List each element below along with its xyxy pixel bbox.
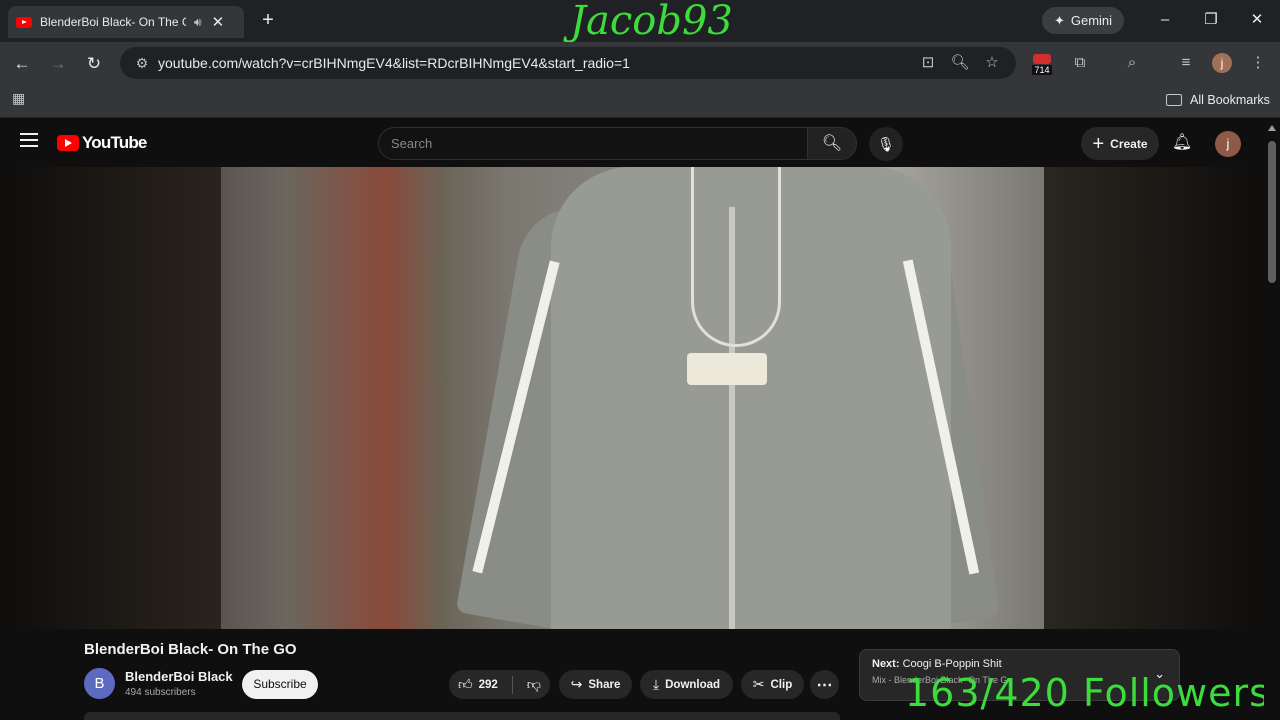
notifications-bell-icon[interactable]: 🔔︎ <box>1170 131 1194 155</box>
scissors-icon: ✂ <box>752 676 765 692</box>
youtube-header: YouTube 🔍︎ 🎙︎ + Create 🔔︎ j <box>0 119 1264 167</box>
download-label: Download <box>665 678 721 691</box>
channel-avatar[interactable]: B <box>84 668 115 699</box>
search-button[interactable]: 🔍︎ <box>807 127 857 160</box>
install-app-icon[interactable]: ⊡ <box>916 51 940 75</box>
like-divider <box>511 675 513 694</box>
like-count[interactable]: 292 <box>479 679 498 691</box>
search-input[interactable] <box>391 128 808 159</box>
dislike-icon[interactable]: 👎︎ <box>527 676 541 693</box>
gemini-button[interactable]: ✦ Gemini <box>1042 7 1124 34</box>
browser-tab[interactable]: BlenderBoi Black- On The G 🔊︎ ✕ <box>8 6 244 38</box>
bookmark-star-icon[interactable]: ☆ <box>980 51 1004 75</box>
bookmarks-bar <box>0 84 1280 118</box>
folder-icon <box>1166 94 1182 106</box>
new-tab-button[interactable]: + <box>256 9 280 33</box>
next-prefix: Next: <box>872 658 900 670</box>
car-extension-icon <box>1033 54 1051 64</box>
microphone-icon: 🎙︎ <box>877 136 895 152</box>
followers-overlay: 163/420 Followers <box>905 671 1270 715</box>
create-button[interactable]: + Create <box>1081 127 1159 160</box>
create-label: Create <box>1110 136 1148 151</box>
account-avatar[interactable]: j <box>1215 131 1241 157</box>
player-letterbox-right <box>1044 167 1264 629</box>
search-icon: 🔍︎ <box>821 135 843 152</box>
download-button[interactable]: ⤓ Download <box>640 670 733 699</box>
cast-search-icon[interactable]: ⌕ <box>1120 51 1144 75</box>
url-text[interactable]: youtube.com/watch?v=crBIHNmgEV4&list=RDc… <box>158 55 630 71</box>
plus-icon: + <box>1092 132 1105 155</box>
chrome-menu-icon[interactable]: ⋮ <box>1246 51 1270 75</box>
extension-badge[interactable]: 714 <box>1032 52 1052 76</box>
all-bookmarks-button[interactable]: All Bookmarks <box>1166 90 1270 110</box>
minimize-button[interactable]: – <box>1150 8 1180 32</box>
search-field[interactable] <box>378 127 808 160</box>
clip-label: Clip <box>770 678 793 691</box>
more-actions-button[interactable]: ⋯ <box>810 670 839 699</box>
extension-badge-count: 714 <box>1032 65 1052 75</box>
site-info-icon[interactable]: ⚙ <box>128 55 156 72</box>
youtube-wordmark: YouTube <box>82 133 147 152</box>
forward-button[interactable]: → <box>44 50 72 78</box>
description-box-edge[interactable] <box>84 712 840 720</box>
player-letterbox-left <box>0 167 221 629</box>
all-bookmarks-label: All Bookmarks <box>1190 93 1270 107</box>
youtube-favicon-icon <box>16 16 32 28</box>
channel-name[interactable]: BlenderBoi Black <box>125 669 233 684</box>
like-icon[interactable]: 👍︎ <box>458 676 473 693</box>
tab-title: BlenderBoi Black- On The G <box>40 15 186 29</box>
video-image-part <box>687 353 767 385</box>
share-button[interactable]: ↪ Share <box>559 670 632 699</box>
share-label: Share <box>588 678 621 691</box>
more-horizontal-icon: ⋯ <box>816 676 833 694</box>
scroll-up-arrow-icon[interactable] <box>1268 125 1276 131</box>
address-bar[interactable]: ⚙ youtube.com/watch?v=crBIHNmgEV4&list=R… <box>120 47 1016 79</box>
sparkle-icon: ✦ <box>1053 12 1065 28</box>
video-player[interactable] <box>0 167 1264 629</box>
youtube-play-icon <box>57 135 79 151</box>
hamburger-menu-icon[interactable] <box>20 133 38 147</box>
zoom-icon[interactable]: 🔍︎ <box>948 51 972 75</box>
video-title: BlenderBoi Black- On The GO <box>84 641 297 658</box>
extensions-puzzle-icon[interactable]: ⧉ <box>1068 51 1092 75</box>
page-scrollbar[interactable] <box>1264 119 1280 720</box>
share-arrow-icon: ↪ <box>570 676 583 692</box>
subscriber-count: 494 subscribers <box>125 687 196 698</box>
youtube-logo[interactable]: YouTube <box>57 133 147 153</box>
scrollbar-thumb[interactable] <box>1268 141 1276 283</box>
like-dislike-group: 👍︎ 292 👎︎ <box>449 670 550 699</box>
video-frame[interactable] <box>221 167 1044 629</box>
back-button[interactable]: ← <box>8 50 36 78</box>
tab-close-icon[interactable]: ✕ <box>212 13 225 31</box>
close-window-button[interactable]: ✕ <box>1242 8 1272 32</box>
video-image-part <box>691 167 781 347</box>
gemini-label: Gemini <box>1070 13 1113 28</box>
subscribe-button[interactable]: Subscribe <box>242 670 318 699</box>
maximize-button[interactable]: ❐ <box>1196 8 1226 32</box>
apps-grid-icon[interactable]: ▦ <box>12 90 30 110</box>
next-title: Coogi B-Poppin Shit <box>902 658 1002 670</box>
media-control-icon[interactable]: ≡ <box>1174 51 1198 75</box>
clip-button[interactable]: ✂ Clip <box>741 670 804 699</box>
streamer-name-overlay: Jacob93 <box>570 0 733 44</box>
download-icon: ⤓ <box>652 676 660 692</box>
chrome-profile-avatar[interactable]: j <box>1212 53 1232 73</box>
youtube-page: YouTube 🔍︎ 🎙︎ + Create 🔔︎ j BlenderBoi B… <box>0 119 1280 720</box>
speaker-icon[interactable]: 🔊︎ <box>194 15 202 30</box>
voice-search-button[interactable]: 🎙︎ <box>869 127 903 161</box>
reload-button[interactable]: ↻ <box>80 50 108 78</box>
